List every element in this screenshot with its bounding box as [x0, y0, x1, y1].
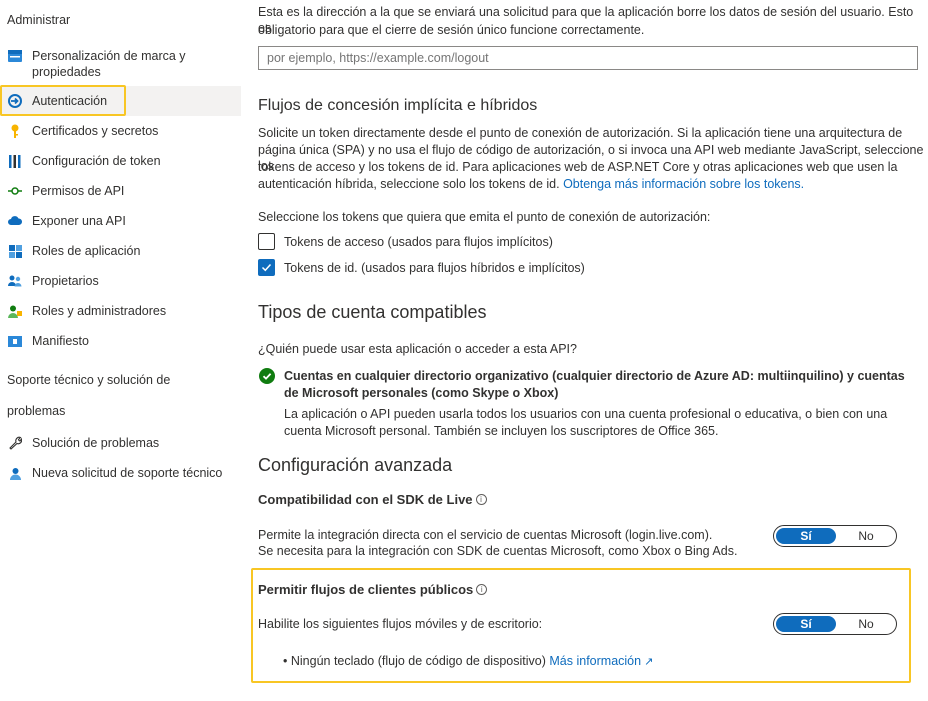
sidebar-item-manifest[interactable]: Manifiesto: [0, 326, 241, 356]
live-sdk-title-text: Compatibilidad con el SDK de Live: [258, 492, 473, 507]
live-sdk-desc-line1: Permite la integración directa con el se…: [258, 528, 713, 542]
support-person-icon: [8, 466, 22, 480]
cloud-icon: [8, 214, 22, 228]
key-icon: [8, 124, 22, 138]
sidebar-item-roles-admins[interactable]: Roles y administradores: [0, 296, 241, 326]
sidebar-item-token-config[interactable]: Configuración de token: [0, 146, 241, 176]
live-sdk-title: Compatibilidad con el SDK de Live i: [258, 492, 487, 508]
account-option-desc-line1: La aplicación o API pueden usarla todos …: [284, 407, 888, 421]
implicit-paragraph-line3: tokens de acceso y los tokens de id. Par…: [258, 160, 898, 174]
sidebar-item-label: Roles de aplicación: [32, 244, 141, 258]
live-sdk-toggle[interactable]: Sí No: [773, 525, 897, 547]
sidebar-item-api-permissions[interactable]: Permisos de API: [0, 176, 241, 206]
sidebar-item-branding[interactable]: Personalización de marca y propiedades: [0, 38, 241, 84]
section-header-support: Soporte técnico y solución de: [7, 373, 171, 387]
sidebar-item-label: Manifiesto: [32, 334, 89, 348]
logout-description-line2: obligatorio para que el cierre de sesión…: [258, 23, 645, 37]
sidebar-item-troubleshooting[interactable]: Solución de problemas: [0, 428, 241, 458]
info-icon[interactable]: i: [476, 584, 488, 595]
toggle-yes[interactable]: Sí: [776, 616, 836, 632]
more-info-link[interactable]: Más información: [549, 654, 641, 668]
sidebar-item-label: Personalización de marca y: [32, 49, 186, 63]
highlight-frame: [0, 85, 126, 116]
public-client-title: Permitir flujos de clientes públicos i: [258, 582, 488, 598]
manifest-icon: [8, 334, 22, 348]
sidebar-item-expose-api[interactable]: Exponer una API: [0, 206, 241, 236]
section-header-administrar: Administrar: [7, 13, 71, 27]
public-client-desc: Habilite los siguientes flujos móviles y…: [258, 617, 543, 631]
public-client-title-text: Permitir flujos de clientes públicos: [258, 582, 474, 597]
sidebar-item-label: Certificados y secretos: [32, 124, 159, 138]
sidebar-item-label: Permisos de API: [32, 184, 125, 198]
sidebar-item-new-support-request[interactable]: Nueva solicitud de soporte técnico: [0, 458, 241, 488]
success-check-icon: [259, 368, 275, 384]
id-tokens-checkbox[interactable]: [258, 259, 275, 276]
sidebar-item-label: Roles y administradores: [32, 304, 167, 318]
toggle-no[interactable]: No: [836, 528, 896, 544]
branding-icon: [8, 49, 22, 63]
token-select-prompt: Seleccione los tokens que quiera que emi…: [258, 210, 711, 224]
section-header-support-line2: problemas: [7, 404, 66, 418]
id-tokens-label: Tokens de id. (usados para flujos híbrid…: [284, 261, 585, 275]
implicit-flows-heading: Flujos de concesión implícita e híbridos: [258, 97, 538, 114]
logout-url-input[interactable]: [258, 46, 918, 70]
account-types-heading: Tipos de cuenta compatibles: [258, 302, 487, 322]
sidebar-item-certificates[interactable]: Certificados y secretos: [0, 116, 241, 146]
sidebar-item-label: Exponer una API: [32, 214, 126, 228]
roles-admins-icon: [8, 304, 22, 318]
device-code-text: Ningún teclado (flujo de código de dispo…: [290, 654, 546, 668]
tokens-learn-more-link[interactable]: Obtenga más información sobre los tokens…: [563, 177, 804, 191]
advanced-config-heading: Configuración avanzada: [258, 455, 453, 475]
sidebar-item-label: Configuración de token: [32, 154, 161, 168]
token-config-icon: [8, 154, 22, 168]
sidebar-item-owners[interactable]: Propietarios: [0, 266, 241, 296]
api-permissions-icon: [8, 184, 22, 198]
implicit-paragraph-text: autenticación híbrida, seleccione solo l…: [258, 177, 560, 191]
implicit-paragraph-line4: autenticación híbrida, seleccione solo l…: [258, 176, 804, 192]
access-tokens-checkbox[interactable]: [258, 233, 275, 250]
sidebar-item-app-roles[interactable]: Roles de aplicación: [0, 236, 241, 266]
wrench-icon: [8, 436, 22, 450]
account-option-title-line1: Cuentas en cualquier directorio organiza…: [284, 369, 905, 383]
public-client-toggle[interactable]: Sí No: [773, 613, 897, 635]
app-roles-icon: [8, 244, 22, 258]
account-option-desc-line2: cuenta Microsoft personal. También se in…: [284, 424, 719, 438]
sidebar-item-label: Solución de problemas: [32, 436, 160, 450]
owners-icon: [8, 274, 22, 288]
toggle-yes[interactable]: Sí: [776, 528, 836, 544]
sidebar-item-label-line2: propiedades: [32, 65, 101, 79]
sidebar-item-label: Propietarios: [32, 274, 99, 288]
live-sdk-desc-line2: Se necesita para la integración con SDK …: [258, 544, 738, 558]
toggle-no[interactable]: No: [836, 616, 896, 632]
implicit-paragraph-line1: Solicite un token directamente desde el …: [258, 126, 903, 140]
account-option-title-line2: de Microsoft personales (como Skype o Xb…: [284, 386, 559, 400]
checkmark-icon: [261, 263, 272, 272]
access-tokens-label: Tokens de acceso (usados para flujos imp…: [284, 235, 553, 249]
info-icon[interactable]: i: [475, 494, 487, 505]
bullet-dot: •: [283, 654, 291, 668]
account-types-question: ¿Quién puede usar esta aplicación o acce…: [258, 342, 577, 356]
external-link-icon[interactable]: ↗: [641, 656, 653, 668]
sidebar: Administrar Personalización de marca y p…: [0, 0, 241, 701]
sidebar-item-label: Nueva solicitud de soporte técnico: [32, 466, 223, 480]
device-code-bullet: • Ningún teclado (flujo de código de dis…: [283, 653, 653, 670]
